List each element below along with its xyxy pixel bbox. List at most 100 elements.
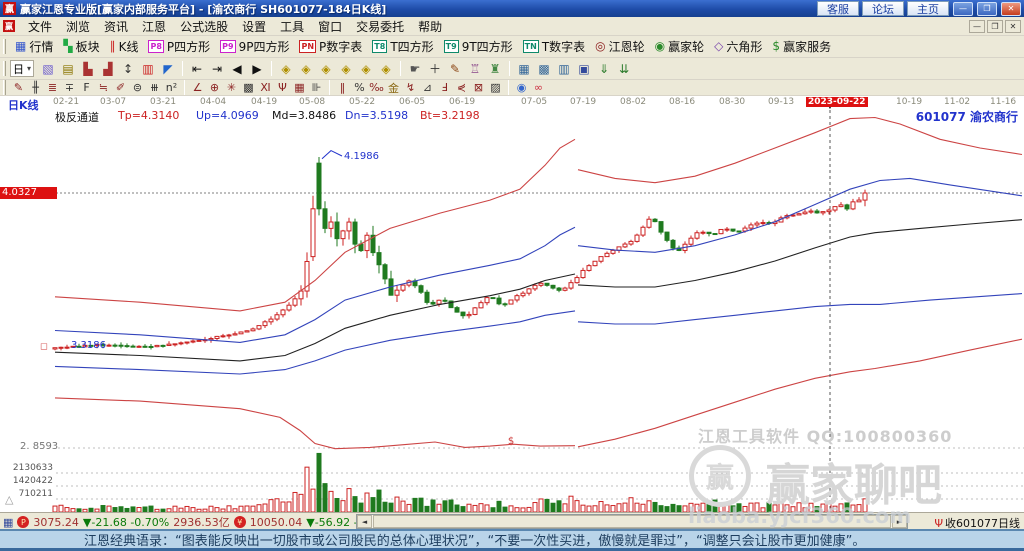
export-tool-icon[interactable]: ⇓ [594, 60, 614, 78]
import-tool-icon[interactable]: ⇊ [614, 60, 634, 78]
diamond-tool-2-icon[interactable]: ◈ [296, 60, 316, 78]
next-bar-icon[interactable]: ▶ [247, 60, 267, 78]
n-square-icon[interactable]: n² [163, 81, 180, 95]
shade-tool-icon[interactable]: ▨ [487, 81, 504, 95]
circle-tool-icon[interactable]: ⊜ [129, 81, 146, 95]
menu-browse[interactable]: 浏览 [59, 17, 97, 36]
child-close-button[interactable]: ✕ [1005, 19, 1021, 33]
menu-window[interactable]: 窗口 [311, 17, 349, 36]
menu-settings[interactable]: 设置 [235, 17, 273, 36]
diamond-tool-5-icon[interactable]: ◈ [356, 60, 376, 78]
angle-tool-icon[interactable]: ∠ [189, 81, 206, 95]
last-page-icon[interactable]: ⇥ [207, 60, 227, 78]
sphere-blue-icon[interactable]: ◉ [513, 81, 530, 95]
child-minimize-button[interactable]: — [969, 19, 985, 33]
toolbar-button-hexagon[interactable]: ◇ 六角形 [709, 37, 767, 56]
sh-index-icon[interactable]: P [17, 516, 30, 528]
kline-style-icon[interactable]: ▥ [138, 60, 158, 78]
titlebar-button-luntan[interactable]: 论坛 [862, 1, 904, 16]
fib-fan-icon[interactable]: Ⅎ [436, 81, 453, 95]
toolbar-button-9p-square[interactable]: P9 9P四方形 [215, 37, 294, 56]
toolbar-button-sectors[interactable]: ▚ 板块 [58, 37, 104, 56]
crosshair-tool-icon[interactable]: ＋ [425, 60, 445, 78]
toolbar-button-9t-square[interactable]: T9 9T四方形 [439, 37, 518, 56]
hand-tool-icon[interactable]: ☛ [405, 60, 425, 78]
titlebar-button-zhuye[interactable]: 主页 [907, 1, 949, 16]
box-grid-icon[interactable]: ▩ [240, 81, 257, 95]
menu-trade-order[interactable]: 交易委托 [349, 17, 411, 36]
lightning-tool-icon[interactable]: ↯ [402, 81, 419, 95]
fibonacci-icon[interactable]: F [78, 81, 95, 95]
diamond-tool-3-icon[interactable]: ◈ [316, 60, 336, 78]
diamond-tool-1-icon[interactable]: ◈ [276, 60, 296, 78]
comb-lines-icon[interactable]: ⧻ [146, 81, 163, 95]
pitchfork-icon[interactable]: Ψ [274, 81, 291, 95]
toolbar-button-p-number-table[interactable]: PN P数字表 [294, 37, 367, 56]
scroll-right-arrow[interactable]: ► [892, 515, 907, 528]
permille-tool-icon[interactable]: ‰ [368, 81, 385, 95]
scale-toggle-icon[interactable]: ↕ [118, 60, 138, 78]
triangle-tool-icon[interactable]: ⊿ [419, 81, 436, 95]
grid-panel-icon[interactable]: ▦ [291, 81, 308, 95]
mark-tool-1-icon[interactable]: ♖ [465, 60, 485, 78]
flag-indicator-icon[interactable]: ◤ [158, 60, 178, 78]
notes-tool-icon[interactable]: ▥ [554, 60, 574, 78]
save-tool-icon[interactable]: ▣ [574, 60, 594, 78]
mark-tool-2-icon[interactable]: ♜ [485, 60, 505, 78]
diamond-tool-4-icon[interactable]: ◈ [336, 60, 356, 78]
calendar-tool-icon[interactable]: ▦ [514, 60, 534, 78]
tick-marks-icon[interactable]: ⊪ [308, 81, 325, 95]
grid-icon[interactable]: ▦ [3, 516, 13, 529]
period-select[interactable]: 日 ▾ [10, 60, 35, 77]
infinity-red-icon[interactable]: ∞ [530, 81, 547, 95]
wave-tool-icon[interactable]: Ⅺ [257, 81, 274, 95]
chart-scrollbar[interactable]: ◄ ► [356, 514, 908, 529]
box-tool-icon[interactable]: ⊠ [470, 81, 487, 95]
close-button[interactable]: ✕ [1001, 1, 1021, 16]
sz-index-icon[interactable]: ¥ [233, 516, 246, 528]
diamond-tool-6-icon[interactable]: ◈ [376, 60, 396, 78]
layout-style-icon[interactable]: ▧ [38, 60, 58, 78]
menu-tools[interactable]: 工具 [273, 17, 311, 36]
scroll-left-arrow[interactable]: ◄ [357, 515, 372, 528]
menu-news[interactable]: 资讯 [97, 17, 135, 36]
child-restore-button[interactable]: ❐ [987, 19, 1003, 33]
pencil-line-icon[interactable]: ✎ [10, 81, 27, 95]
speed-lines-icon[interactable]: ⋞ [453, 81, 470, 95]
chart-down-icon[interactable]: ▟ [98, 60, 118, 78]
scrollbar-thumb[interactable] [373, 515, 891, 528]
parallel-lines-icon[interactable]: ≒ [95, 81, 112, 95]
prev-bar-icon[interactable]: ◀ [227, 60, 247, 78]
toolbar-button-p-square[interactable]: P8 P四方形 [143, 37, 215, 56]
pane-resize-handle[interactable]: △ [5, 493, 13, 506]
chart-up-icon[interactable]: ▙ [78, 60, 98, 78]
toolbar-button-t-square[interactable]: T8 T四方形 [367, 37, 438, 56]
menu-formula-stock-pick[interactable]: 公式选股 [173, 17, 235, 36]
gann-circle-icon[interactable]: ⊕ [206, 81, 223, 95]
star-tool-icon[interactable]: ✳ [223, 81, 240, 95]
first-page-icon[interactable]: ⇤ [187, 60, 207, 78]
calculator-tool-icon[interactable]: ▩ [534, 60, 554, 78]
toolbar-button-winner-service[interactable]: $ 赢家服务 [767, 37, 836, 56]
minimize-button[interactable]: — [953, 1, 973, 16]
toolbar-button-t-number-table[interactable]: TN T数字表 [518, 37, 591, 56]
golden-section-icon[interactable]: 金 [385, 81, 402, 95]
annotate-tool-icon[interactable]: ✎ [445, 60, 465, 78]
ratio-lines-icon[interactable]: ‖ [334, 81, 351, 95]
trend-pen-icon[interactable]: ✐ [112, 81, 129, 95]
percent-tool-icon[interactable]: % [351, 81, 368, 95]
toolbar-button-quotes[interactable]: ▦ 行情 [10, 37, 58, 56]
titlebar-button-kefu[interactable]: 客服 [817, 1, 859, 16]
info-board-icon[interactable]: ▤ [58, 60, 78, 78]
menu-help[interactable]: 帮助 [411, 17, 449, 36]
toolbar-button-kline[interactable]: ∥ K线 [105, 37, 144, 56]
menu-file[interactable]: 文件 [21, 17, 59, 36]
maximize-button[interactable]: ❐ [977, 1, 997, 16]
gann-grid-icon[interactable]: ≣ [44, 81, 61, 95]
toolbar-button-gann-wheel[interactable]: ◎ 江恩轮 [590, 37, 650, 56]
toolbar-button-winner-wheel[interactable]: ◉ 赢家轮 [650, 37, 710, 56]
vertical-hatch-icon[interactable]: ╫ [27, 81, 44, 95]
kline-chart-area[interactable]: ▼$□ 日K线 02-2103-0703-2104-0404-1905-0805… [0, 96, 1024, 512]
menu-gann[interactable]: 江恩 [135, 17, 173, 36]
time-cycle-icon[interactable]: ∓ [61, 81, 78, 95]
